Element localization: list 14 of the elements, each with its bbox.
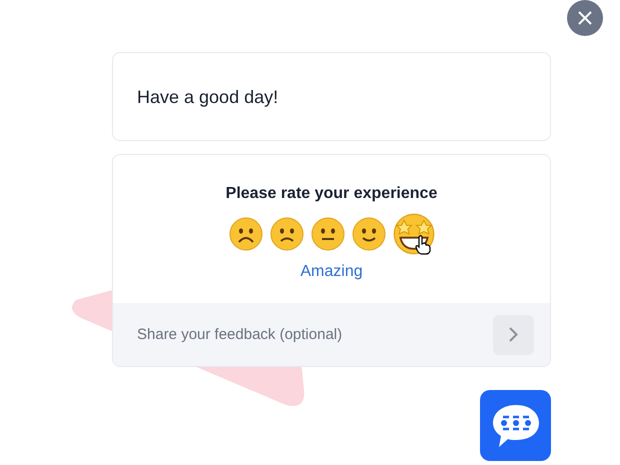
rating-title: Please rate your experience <box>226 185 438 203</box>
hand-cursor-icon <box>414 235 430 255</box>
sad-face-icon[interactable] <box>270 217 304 251</box>
greeting-text: Have a good day! <box>136 86 280 109</box>
frowning-face-icon[interactable] <box>228 217 262 251</box>
feedback-input[interactable]: Share your feedback (optional) <box>135 325 493 344</box>
chevron-right-icon <box>509 327 518 342</box>
smile-face-icon[interactable] <box>352 217 386 251</box>
neutral-face-icon[interactable] <box>310 217 344 251</box>
chat-launcher-button[interactable] <box>480 390 551 461</box>
rating-caption: Amazing <box>300 263 363 281</box>
chat-bubble-icon <box>490 402 540 448</box>
close-icon <box>578 11 592 25</box>
close-button[interactable] <box>567 0 603 36</box>
